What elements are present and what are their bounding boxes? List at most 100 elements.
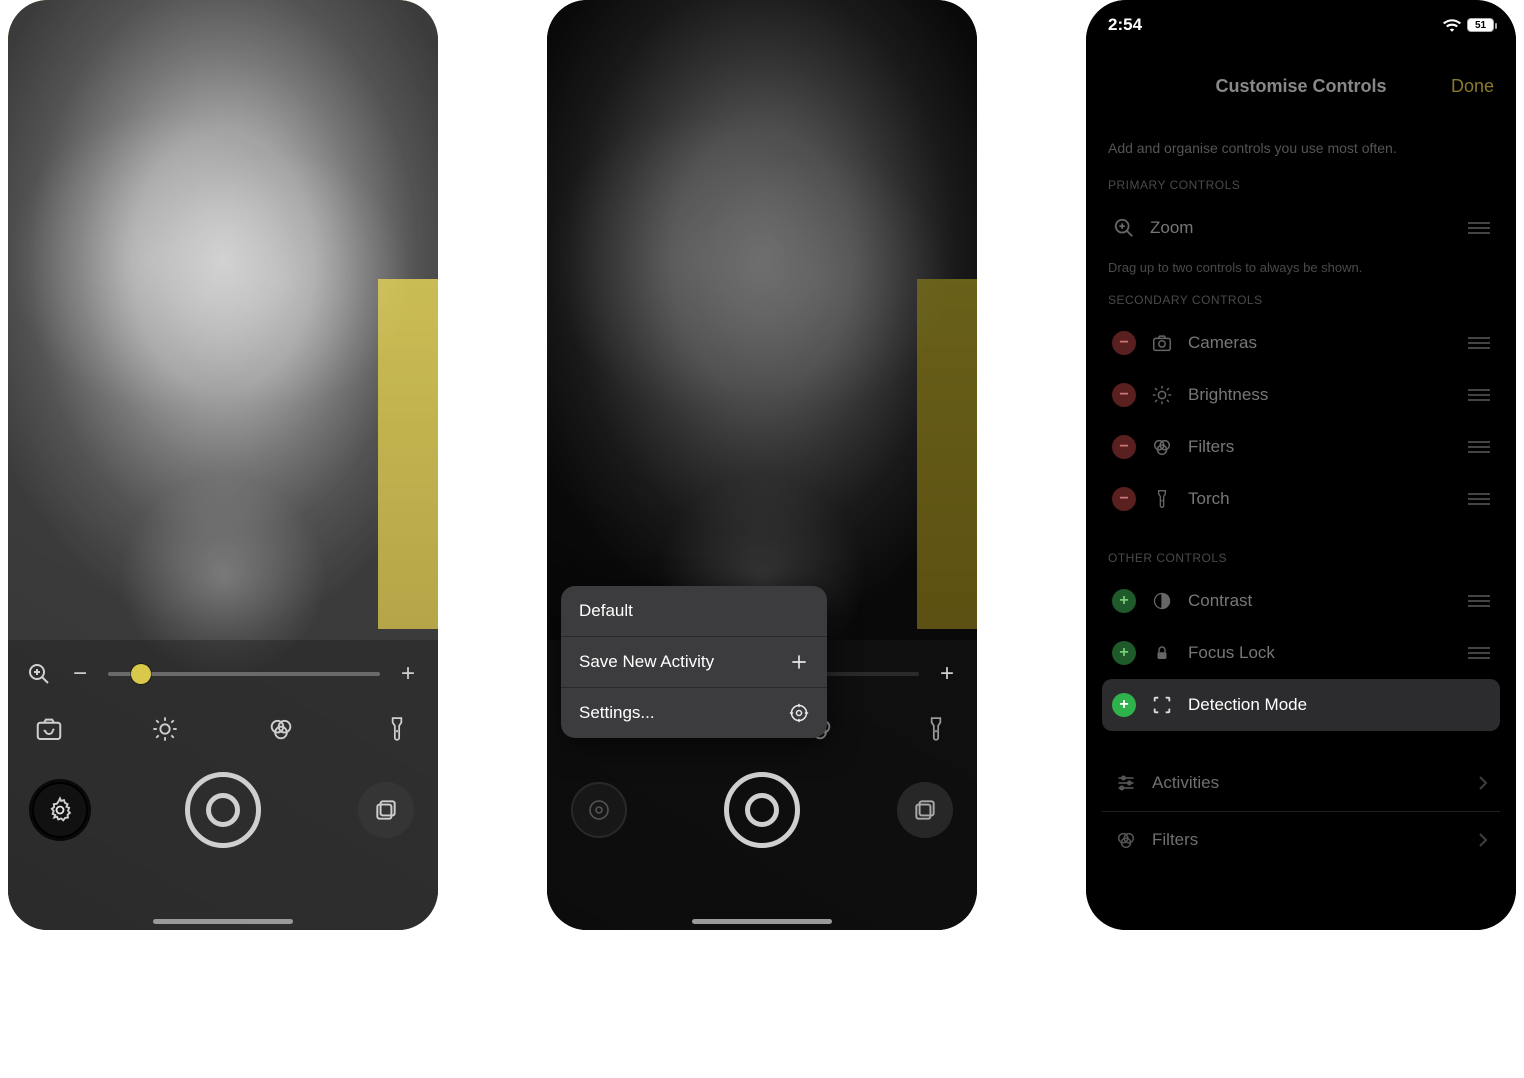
row-zoom[interactable]: Zoom <box>1102 202 1500 254</box>
add-badge[interactable]: + <box>1112 589 1136 613</box>
chevron-right-icon <box>1478 832 1488 848</box>
camera-switch-icon[interactable] <box>32 712 66 746</box>
remove-badge[interactable]: − <box>1112 331 1136 355</box>
screenshot-magnifier-main: − + <box>8 0 438 930</box>
row-label: Filters <box>1188 437 1454 457</box>
row-brightness[interactable]: − Brightness <box>1102 369 1500 421</box>
section-header-other: OTHER CONTROLS <box>1108 551 1494 565</box>
shutter-button[interactable] <box>185 772 261 848</box>
shutter-inner-ring <box>206 793 240 827</box>
hint-text: Add and organise controls you use most o… <box>1108 140 1494 156</box>
shutter-button[interactable] <box>724 772 800 848</box>
nav-header: Customise Controls Done <box>1086 62 1516 110</box>
primary-sub-hint: Drag up to two controls to always be sho… <box>1108 260 1494 275</box>
row-filters[interactable]: − Filters <box>1102 421 1500 473</box>
row-label: Cameras <box>1188 333 1454 353</box>
popup-item-label: Default <box>579 601 633 621</box>
torch-icon[interactable] <box>919 712 953 746</box>
page-title: Customise Controls <box>1215 76 1386 97</box>
row-filters-nav[interactable]: Filters <box>1102 812 1500 868</box>
action-row <box>565 772 959 848</box>
contrast-icon <box>1150 591 1174 611</box>
sliders-icon <box>1114 773 1138 793</box>
popup-item-save-activity[interactable]: Save New Activity <box>561 637 827 687</box>
drag-handle-icon[interactable] <box>1468 594 1490 608</box>
minus-icon: − <box>1119 387 1128 403</box>
home-indicator[interactable] <box>153 919 293 924</box>
row-contrast[interactable]: + Contrast <box>1102 575 1500 627</box>
row-focus-lock[interactable]: + Focus Lock <box>1102 627 1500 679</box>
popup-item-settings[interactable]: Settings... <box>561 688 827 738</box>
zoom-plus-button[interactable]: + <box>396 660 420 688</box>
multi-capture-button[interactable] <box>897 782 953 838</box>
row-label: Detection Mode <box>1188 695 1490 715</box>
drag-handle-icon[interactable] <box>1468 492 1490 506</box>
chevron-right-icon <box>1478 775 1488 791</box>
row-torch[interactable]: − Torch <box>1102 473 1500 525</box>
settings-list[interactable]: Add and organise controls you use most o… <box>1086 122 1516 930</box>
row-label: Brightness <box>1188 385 1454 405</box>
filters-icon[interactable] <box>264 712 298 746</box>
shutter-inner-ring <box>745 793 779 827</box>
drag-handle-icon[interactable] <box>1468 221 1490 235</box>
settings-gear-button[interactable] <box>32 782 88 838</box>
section-header-secondary: SECONDARY CONTROLS <box>1108 293 1494 307</box>
row-label: Focus Lock <box>1188 643 1454 663</box>
zoom-minus-button[interactable]: − <box>68 660 92 688</box>
plus-icon: + <box>1119 697 1128 713</box>
torch-icon[interactable] <box>380 712 414 746</box>
row-detection-mode[interactable]: + Detection Mode <box>1102 679 1500 731</box>
gear-icon <box>789 703 809 723</box>
row-activities[interactable]: Activities <box>1102 755 1500 811</box>
drag-handle-icon[interactable] <box>1468 388 1490 402</box>
home-indicator[interactable] <box>692 919 832 924</box>
filters-icon <box>1150 436 1174 458</box>
row-label: Filters <box>1152 830 1464 850</box>
minus-icon: − <box>1119 491 1128 507</box>
zoom-search-plus-icon <box>26 661 52 687</box>
row-cameras[interactable]: − Cameras <box>1102 317 1500 369</box>
zoom-plus-button[interactable]: + <box>935 660 959 688</box>
action-row <box>26 772 420 848</box>
detection-frame-icon <box>1150 694 1174 716</box>
drag-handle-icon[interactable] <box>1468 440 1490 454</box>
filters-icon <box>1114 829 1138 851</box>
settings-popup-menu: Default Save New Activity Settings... <box>561 586 827 738</box>
camera-icon <box>1150 332 1174 354</box>
settings-gear-button[interactable] <box>571 782 627 838</box>
row-label: Zoom <box>1150 218 1454 238</box>
multi-capture-button[interactable] <box>358 782 414 838</box>
viewfinder-yellow-region <box>917 279 977 629</box>
brightness-icon[interactable] <box>148 712 182 746</box>
zoom-slider[interactable] <box>108 672 380 676</box>
minus-icon: − <box>1119 335 1128 351</box>
drag-handle-icon[interactable] <box>1468 646 1490 660</box>
add-badge[interactable]: + <box>1112 693 1136 717</box>
zoom-search-plus-icon <box>1112 217 1136 239</box>
controls-panel: − + <box>8 640 438 930</box>
drag-handle-icon[interactable] <box>1468 336 1490 350</box>
zoom-slider-row: − + <box>26 654 420 694</box>
done-button[interactable]: Done <box>1451 76 1494 97</box>
popup-item-default[interactable]: Default <box>561 586 827 636</box>
tool-row <box>26 712 420 746</box>
minus-icon: − <box>1119 439 1128 455</box>
remove-badge[interactable]: − <box>1112 487 1136 511</box>
status-bar: 2:54 51 <box>1086 0 1516 50</box>
remove-badge[interactable]: − <box>1112 383 1136 407</box>
torch-icon <box>1150 488 1174 510</box>
lock-icon <box>1150 643 1174 663</box>
zoom-slider-knob[interactable] <box>131 664 151 684</box>
screenshot-customise-controls: 2:54 51 Customise Controls Done Add and … <box>1086 0 1516 930</box>
popup-item-label: Save New Activity <box>579 652 714 672</box>
add-badge[interactable]: + <box>1112 641 1136 665</box>
row-label: Torch <box>1188 489 1454 509</box>
popup-item-label: Settings... <box>579 703 655 723</box>
battery-indicator: 51 <box>1467 18 1494 32</box>
row-label: Contrast <box>1188 591 1454 611</box>
plus-icon <box>789 652 809 672</box>
brightness-icon <box>1150 384 1174 406</box>
remove-badge[interactable]: − <box>1112 435 1136 459</box>
battery-level: 51 <box>1468 19 1493 31</box>
section-header-primary: PRIMARY CONTROLS <box>1108 178 1494 192</box>
